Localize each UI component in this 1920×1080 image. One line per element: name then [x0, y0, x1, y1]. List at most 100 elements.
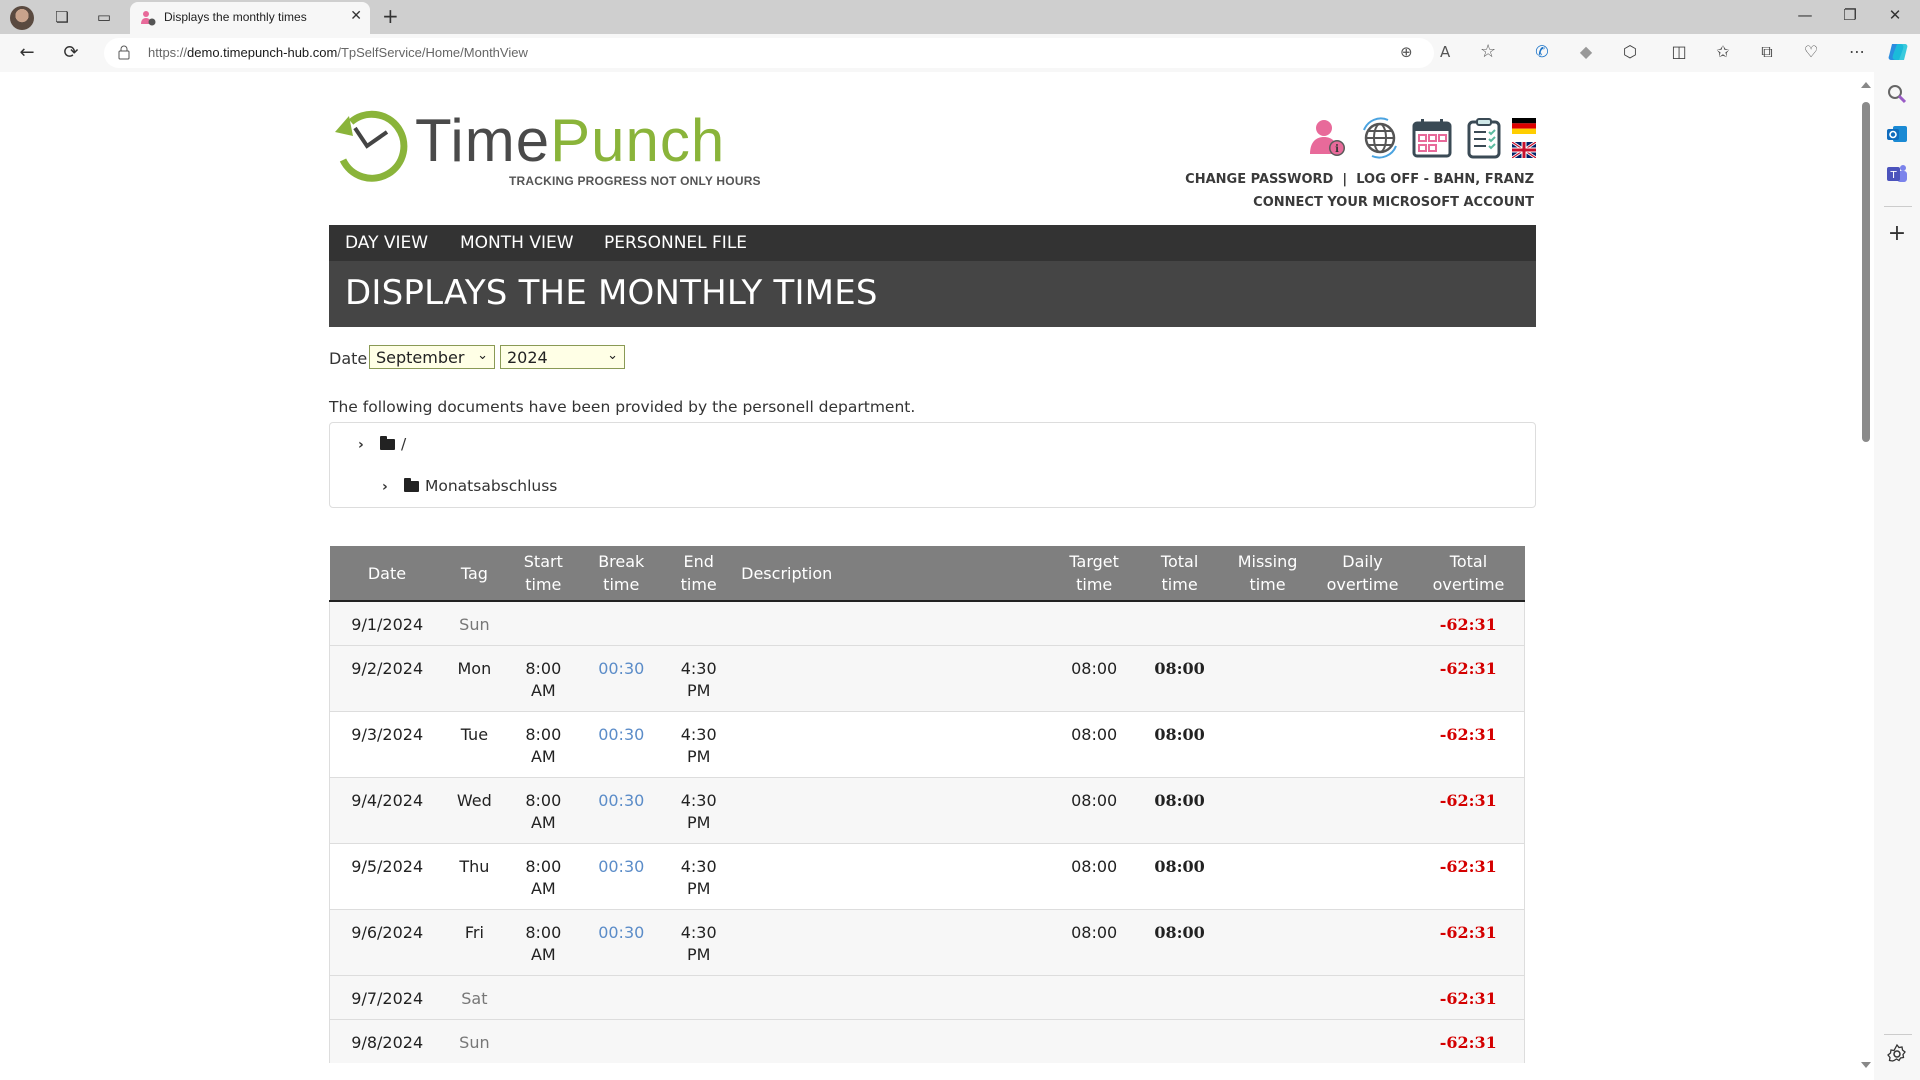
break-time-cell[interactable]: 00:30 — [582, 908, 661, 975]
back-icon[interactable]: ← — [16, 42, 38, 63]
break-time-cell-value[interactable]: 00:30 — [582, 790, 660, 812]
scrollbar-thumb[interactable] — [1862, 102, 1870, 442]
end-time-cell — [660, 600, 738, 645]
end-time-cell-meridiem: PM — [686, 680, 711, 700]
year-select[interactable]: 2024 ⌄ — [500, 345, 625, 369]
add-icon[interactable]: + — [1885, 222, 1909, 246]
daily-overtime-cell — [1312, 776, 1413, 843]
total-time-cell-value: 08:00 — [1154, 790, 1205, 810]
target-time-cell: 08:00 — [1051, 710, 1137, 777]
break-time-cell-value[interactable]: 00:30 — [582, 922, 660, 944]
target-time-cell-value: 08:00 — [1071, 790, 1118, 810]
nav-personnel-file[interactable]: PERSONNEL FILE — [604, 233, 747, 253]
weekday-cell: Mon — [444, 644, 505, 711]
target-time-cell — [1051, 600, 1137, 645]
date-cell-value: 9/5/2024 — [351, 856, 424, 876]
tab-close-icon[interactable]: ✕ — [350, 8, 362, 24]
split-screen-icon[interactable]: ◫ — [1668, 42, 1690, 61]
teams-icon[interactable]: T — [1885, 162, 1909, 186]
restore-icon[interactable]: ❐ — [1835, 6, 1865, 24]
read-aloud-icon[interactable]: A — [1440, 43, 1450, 61]
extensions-icon[interactable]: ⬡ — [1619, 42, 1641, 61]
connect-microsoft-link[interactable]: CONNECT YOUR MICROSOFT ACCOUNT — [1253, 195, 1534, 210]
daily-overtime-cell — [1312, 710, 1413, 777]
tree-node-root[interactable]: › / — [358, 435, 406, 453]
start-time-cell: 8:00 AM — [504, 644, 583, 711]
share-icon[interactable]: ◆ — [1575, 42, 1597, 61]
table-row[interactable]: 9/3/2024 Tue 8:00 AM 00:30 4:30 PM 08:00 08:00 -6… — [329, 710, 1526, 777]
timepunch-logo[interactable]: TimePunch TRACKING PROGRESS NOT ONLY HOU… — [329, 102, 769, 192]
break-time-cell[interactable]: 00:30 — [582, 776, 661, 843]
copilot-icon[interactable] — [1886, 40, 1910, 64]
workspaces-icon[interactable]: ❏ — [52, 7, 72, 27]
favorites-icon[interactable]: ✩ — [1712, 42, 1734, 61]
date-cell-value: 9/3/2024 — [351, 724, 424, 744]
zoom-icon[interactable]: ⊕ — [1400, 43, 1413, 61]
change-password-link[interactable]: CHANGE PASSWORD — [1185, 172, 1333, 187]
globe-icon[interactable] — [1358, 116, 1402, 160]
minimize-icon[interactable]: — — [1790, 6, 1820, 24]
favorite-star-icon[interactable]: ☆ — [1480, 41, 1496, 62]
phone-icon[interactable]: ✆ — [1531, 42, 1553, 61]
table-row[interactable]: 9/2/2024 Mon 8:00 AM 00:30 4:30 PM 08:00 08:00 -6… — [329, 644, 1526, 711]
new-tab-icon[interactable]: + — [382, 4, 399, 28]
break-time-cell-value[interactable]: 00:30 — [582, 658, 660, 680]
chevron-right-icon[interactable]: › — [358, 437, 372, 453]
total-time-cell: 08:00 — [1136, 908, 1223, 975]
break-time-cell[interactable]: 00:30 — [582, 710, 661, 777]
daily-overtime-cell — [1312, 1018, 1413, 1063]
collections-icon[interactable]: ⧉ — [1756, 42, 1778, 62]
total-time-cell — [1136, 974, 1223, 1019]
header-label: Target — [1069, 552, 1119, 571]
table-row[interactable]: 9/7/2024 Sat -62:31 — [329, 974, 1526, 1019]
table-row[interactable]: 9/4/2024 Wed 8:00 AM 00:30 4:30 PM 08:00 08:00 -6… — [329, 776, 1526, 843]
break-time-cell[interactable]: 00:30 — [582, 644, 661, 711]
chevron-right-icon[interactable]: › — [382, 479, 396, 495]
month-select[interactable]: September ⌄ — [369, 345, 495, 369]
browser-health-icon[interactable]: ♡ — [1800, 42, 1822, 61]
scroll-up-arrow-icon[interactable] — [1861, 82, 1871, 88]
outlook-icon[interactable] — [1885, 122, 1909, 146]
more-options-icon[interactable]: ⋯ — [1846, 42, 1868, 61]
lock-icon[interactable] — [118, 44, 130, 60]
nav-day-view[interactable]: DAY VIEW — [345, 233, 428, 253]
description-cell — [737, 644, 1052, 711]
german-flag-icon[interactable] — [1512, 118, 1536, 134]
break-time-cell-value[interactable]: 00:30 — [582, 724, 660, 746]
checklist-icon[interactable] — [1462, 116, 1506, 160]
table-row[interactable]: 9/5/2024 Thu 8:00 AM 00:30 4:30 PM 08:00 08:00 -6… — [329, 842, 1526, 909]
column-header-tag: Tag — [444, 546, 505, 602]
refresh-icon[interactable]: ⟳ — [60, 42, 82, 63]
settings-gear-icon[interactable] — [1885, 1042, 1909, 1066]
table-row[interactable]: 9/1/2024 Sun -62:31 — [329, 600, 1526, 645]
log-off-link[interactable]: LOG OFF - BAHN, FRANZ — [1356, 172, 1534, 187]
scroll-down-arrow-icon[interactable] — [1861, 1062, 1871, 1068]
header-label: time — [680, 575, 717, 594]
english-flag-icon[interactable] — [1512, 142, 1536, 158]
table-row[interactable]: 9/8/2024 Sun -62:31 — [329, 1018, 1526, 1063]
total-overtime-cell-value: -62:31 — [1439, 1032, 1497, 1052]
tree-node-monatsabschluss[interactable]: › Monatsabschluss — [382, 477, 557, 495]
search-icon[interactable] — [1885, 82, 1909, 106]
weekday-cell-value: Thu — [459, 856, 490, 876]
weekday-cell-value: Wed — [456, 790, 492, 810]
window-close-icon[interactable]: ✕ — [1880, 6, 1910, 24]
url-field[interactable]: https://demo.timepunch-hub.com/TpSelfSer… — [104, 38, 1496, 68]
user-info-icon[interactable]: i — [1306, 116, 1350, 160]
header-label: Tag — [460, 563, 488, 583]
browser-tab-active[interactable]: Displays the monthly times ✕ — [130, 2, 370, 34]
column-header-total-time: Total time — [1136, 546, 1223, 602]
folder-icon — [404, 478, 419, 492]
total-overtime-cell-value: -62:31 — [1439, 615, 1497, 634]
tab-actions-icon[interactable]: ▭ — [94, 7, 114, 27]
header-label: time — [1249, 575, 1286, 594]
break-time-cell-value[interactable]: 00:30 — [582, 856, 660, 878]
date-cell-value: 9/4/2024 — [351, 790, 424, 810]
nav-month-view[interactable]: MONTH VIEW — [460, 233, 574, 253]
date-cell: 9/4/2024 — [329, 776, 445, 843]
table-row[interactable]: 9/6/2024 Fri 8:00 AM 00:30 4:30 PM 08:00 08:00 -6… — [329, 908, 1526, 975]
page-scrollbar[interactable] — [1860, 80, 1872, 1072]
calendar-icon[interactable] — [1410, 116, 1454, 160]
break-time-cell[interactable]: 00:30 — [582, 842, 661, 909]
profile-avatar[interactable] — [10, 6, 34, 30]
